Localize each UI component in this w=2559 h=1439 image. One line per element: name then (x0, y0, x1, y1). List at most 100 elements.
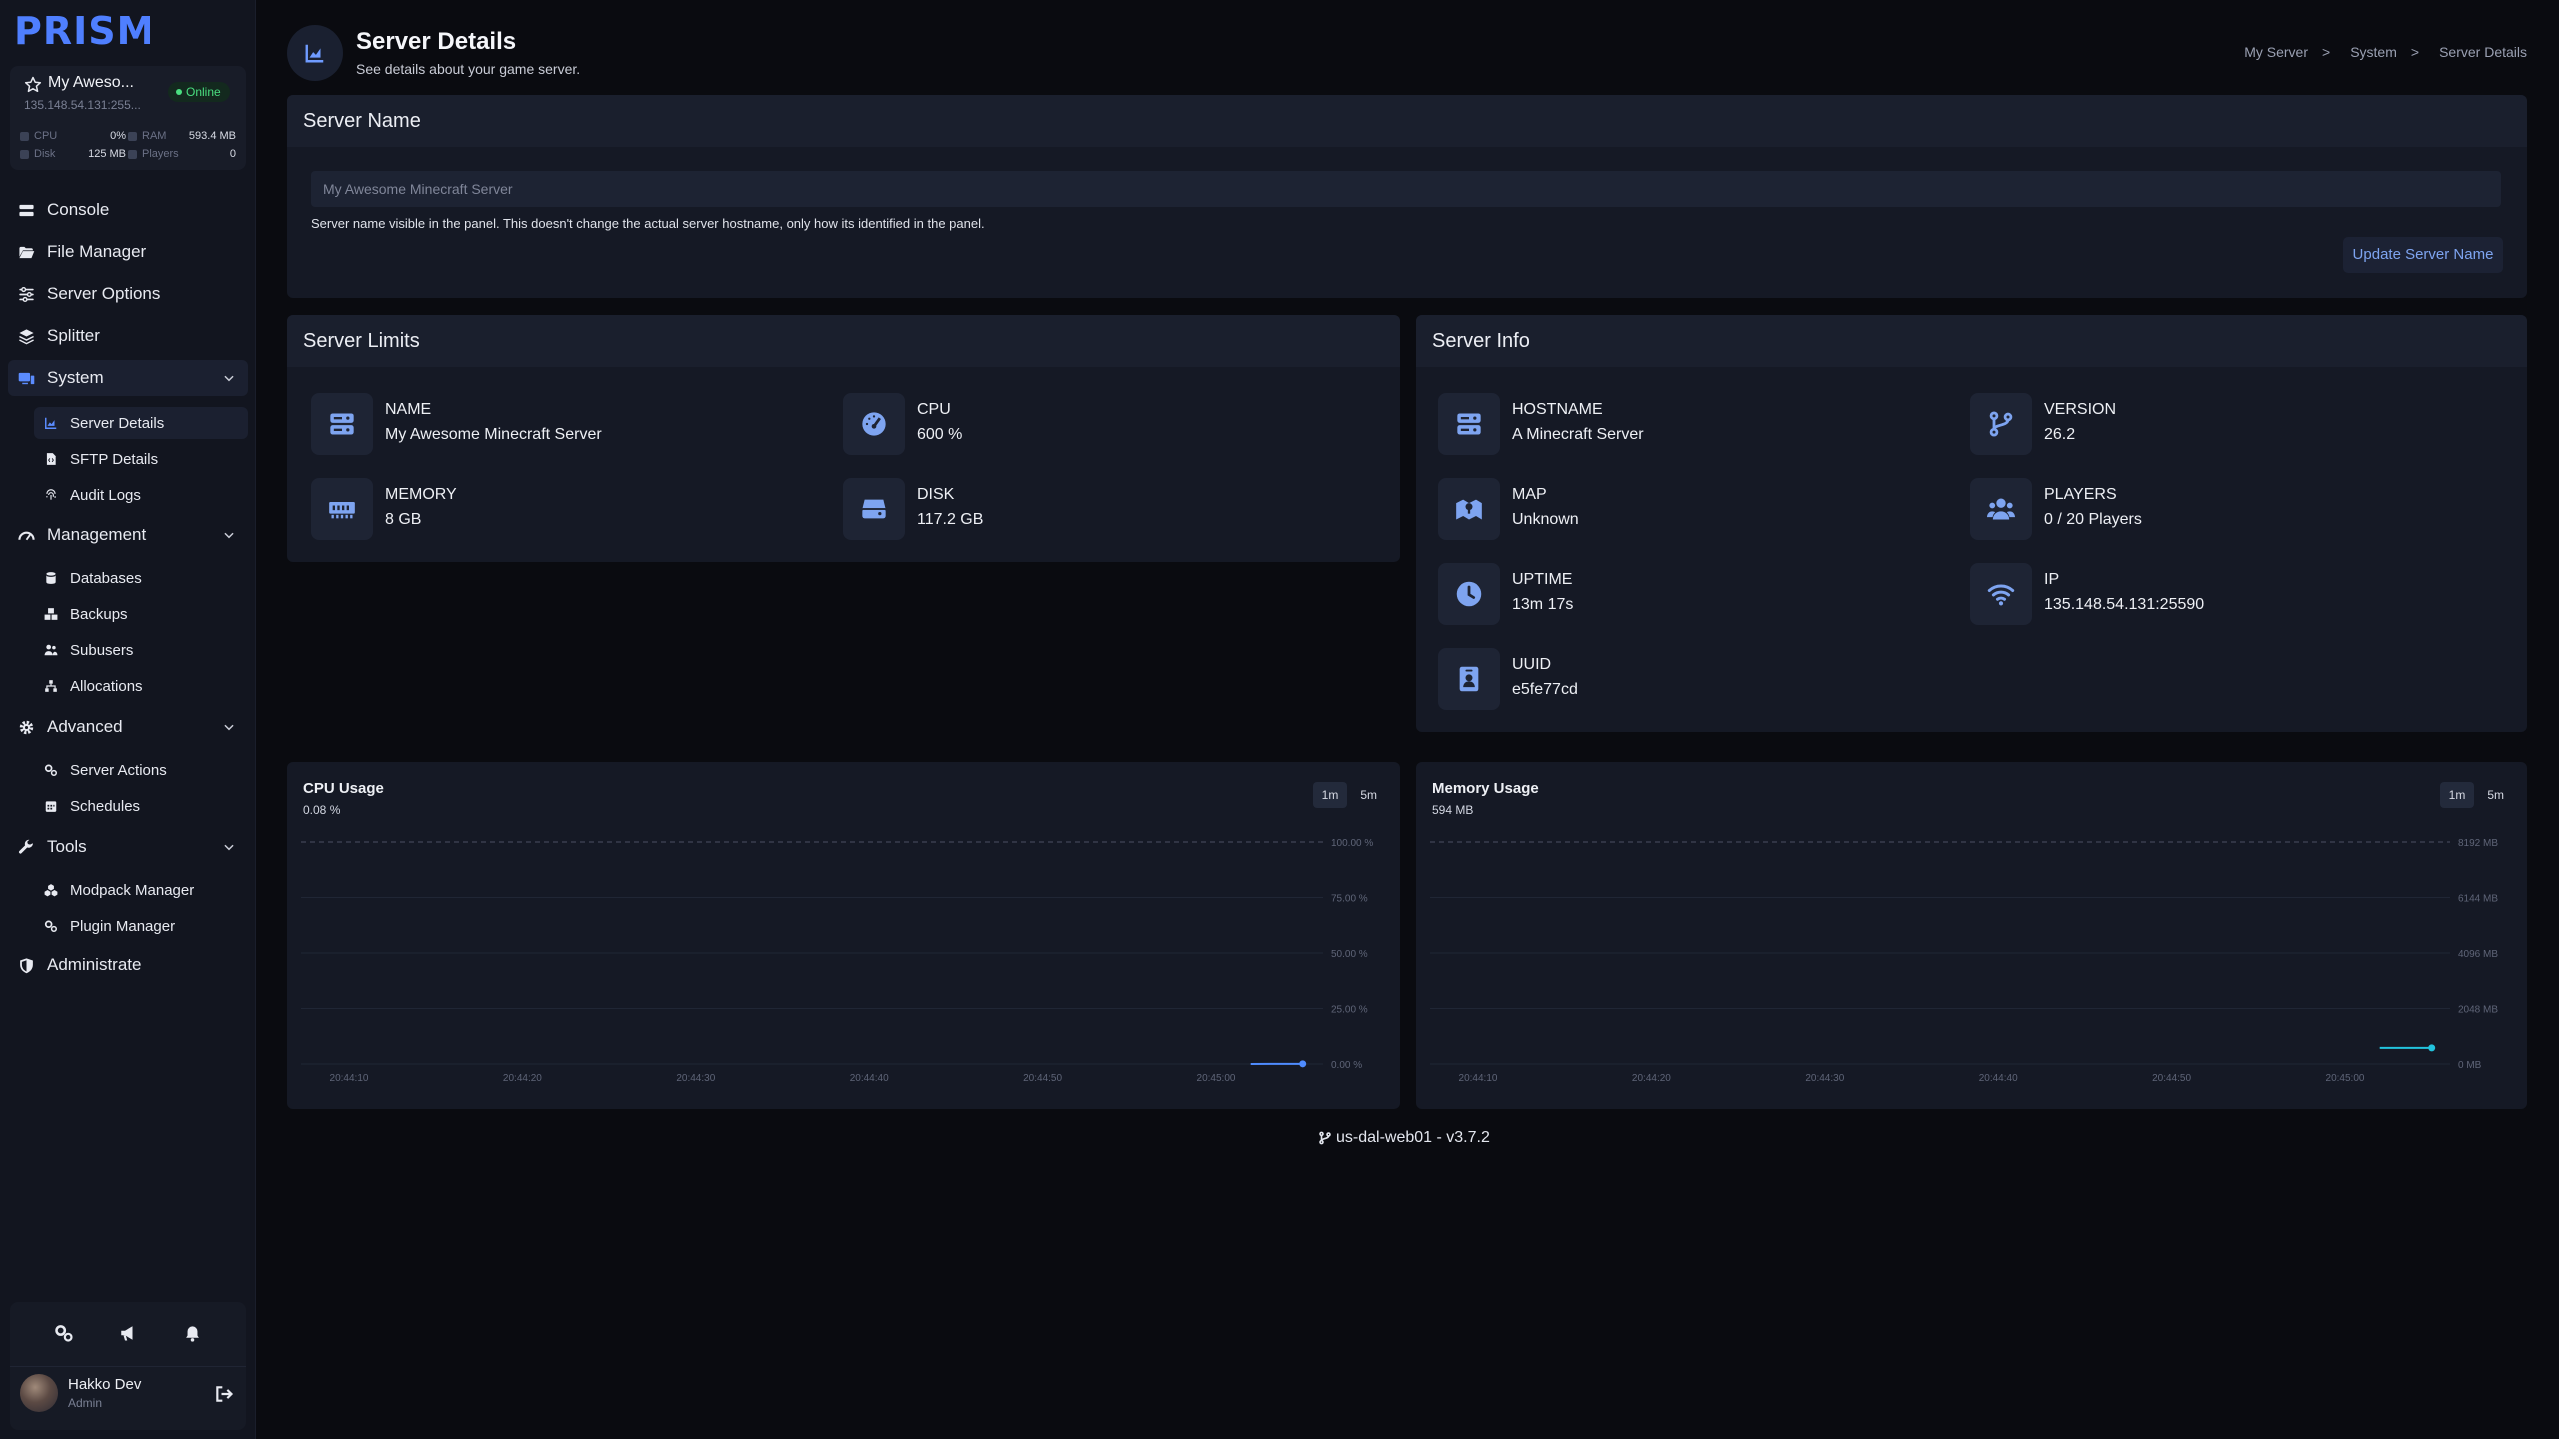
x-tick-label: 20:45:00 (2326, 1073, 2365, 1084)
announcements-button[interactable] (117, 1322, 139, 1344)
y-tick-label: 50.00 % (1331, 949, 1368, 960)
logout-icon[interactable] (214, 1384, 234, 1404)
nav-allocations[interactable]: Allocations (34, 670, 248, 702)
page-subtitle: See details about your game server. (356, 61, 581, 77)
fingerprint-icon (46, 489, 56, 500)
server-icon (330, 413, 354, 435)
terminal-icon (19, 204, 34, 216)
server-icon (1457, 413, 1481, 435)
computer-icon (18, 372, 35, 384)
clock-icon (1456, 581, 1482, 607)
prism-logo[interactable]: PRISM (14, 9, 154, 53)
code-branch-icon (1319, 1131, 1331, 1145)
gauge-icon (862, 412, 886, 436)
x-tick-label: 20:44:30 (676, 1073, 715, 1084)
chevron-down-icon[interactable] (222, 840, 236, 854)
range-1m-button[interactable]: 1m (2439, 782, 2475, 808)
server-info-title: Server Info (1416, 315, 2527, 367)
chevron-down-icon[interactable] (222, 720, 236, 734)
database-icon (46, 572, 56, 584)
x-tick-label: 20:44:20 (1632, 1073, 1671, 1084)
y-tick-label: 8192 MB (2458, 838, 2498, 849)
wifi-icon (1987, 584, 2015, 606)
breadcrumb-system[interactable]: System (2350, 44, 2397, 60)
x-tick-label: 20:44:50 (2152, 1073, 2191, 1084)
network-icon (45, 680, 57, 692)
folder-open-icon (19, 246, 35, 258)
gauge-icon (18, 531, 35, 540)
nav-console[interactable]: Console (8, 192, 248, 228)
layers-icon (19, 328, 34, 344)
memory-chart-title: Memory Usage (1432, 780, 1539, 797)
server-card[interactable]: My Aweso... 135.148.54.131:255... Online… (10, 66, 246, 170)
users-icon (44, 644, 58, 656)
cpu-chart-title: CPU Usage (303, 780, 384, 797)
x-tick-label: 20:44:20 (503, 1073, 542, 1084)
nav-system[interactable]: System (8, 360, 248, 396)
settings-button[interactable] (53, 1322, 75, 1344)
nav-server-actions[interactable]: Server Actions (34, 754, 248, 786)
nav-subusers[interactable]: Subusers (34, 634, 248, 666)
nav-plugin-manager[interactable]: Plugin Manager (34, 910, 248, 942)
cubes-icon (44, 884, 58, 897)
y-tick-label: 0 MB (2458, 1060, 2482, 1071)
cpu-current-value: 0.08 % (303, 803, 341, 817)
avatar[interactable] (20, 1374, 58, 1412)
ram-icon (128, 132, 137, 141)
logo-text: PRISM (14, 12, 150, 48)
update-server-name-button[interactable]: Update Server Name (2343, 237, 2503, 273)
x-tick-label: 20:44:40 (1979, 1073, 2018, 1084)
page-title: Server Details (356, 28, 517, 55)
user-panel: Hakko Dev Admin (10, 1302, 246, 1430)
nav-management[interactable]: Management (8, 517, 248, 553)
nav-server-details[interactable]: Server Details (34, 407, 248, 439)
id-badge-icon (1459, 666, 1479, 692)
footer-text: us-dal-web01 - v3.7.2 (1336, 1129, 1490, 1146)
server-name-help: Server name visible in the panel. This d… (311, 216, 985, 231)
range-5m-button[interactable]: 5m (2478, 782, 2513, 808)
cogs-icon (44, 920, 58, 933)
sidebar: PRISM My Aweso... 135.148.54.131:255... … (0, 0, 256, 1439)
nav-server-options[interactable]: Server Options (8, 276, 248, 312)
breadcrumb: My Server > System > Server Details (2238, 44, 2527, 60)
disk-icon (20, 150, 29, 159)
cpu-icon (20, 132, 29, 141)
nav-schedules[interactable]: Schedules (34, 790, 248, 822)
nav-sftp-details[interactable]: SFTP Details (34, 443, 248, 475)
chevron-down-icon[interactable] (222, 528, 236, 542)
bullhorn-icon (121, 1326, 133, 1341)
range-1m-button[interactable]: 1m (1312, 782, 1348, 808)
nav-tools[interactable]: Tools (8, 829, 248, 865)
gear-icon (19, 720, 34, 734)
memory-usage-chart: 8192 MB 6144 MB 4096 MB 2048 MB 0 MB 20:44:10… (1430, 838, 2498, 1084)
star-icon[interactable] (24, 76, 42, 94)
notifications-button[interactable] (181, 1322, 203, 1344)
nav-splitter[interactable]: Splitter (8, 318, 248, 354)
chevron-down-icon[interactable] (222, 371, 236, 385)
breadcrumb-separator: > (2322, 44, 2331, 60)
nav-administrate[interactable]: Administrate (8, 947, 248, 983)
nav-databases[interactable]: Databases (34, 562, 248, 594)
nav-advanced[interactable]: Advanced (8, 709, 248, 745)
shield-icon (20, 957, 33, 973)
boxes-icon (44, 608, 58, 620)
server-limits-title: Server Limits (287, 315, 1400, 367)
server-limits-panel: Server Limits NAME My Awesome Minecraft … (287, 315, 1400, 562)
data-point[interactable] (1299, 1060, 1307, 1068)
server-name-input[interactable]: My Awesome Minecraft Server (311, 171, 2501, 207)
x-tick-label: 20:44:50 (1023, 1073, 1062, 1084)
sliders-icon (19, 286, 34, 302)
cogs-icon (44, 764, 58, 777)
nav-backups[interactable]: Backups (34, 598, 248, 630)
breadcrumb-my-server[interactable]: My Server (2244, 44, 2308, 60)
y-tick-label: 2048 MB (2458, 1005, 2498, 1016)
memory-icon (329, 502, 355, 519)
data-point[interactable] (2428, 1044, 2436, 1052)
range-5m-button[interactable]: 5m (1351, 782, 1386, 808)
server-info-panel: Server Info HOSTNAME A Minecraft Server … (1416, 315, 2527, 732)
nav-audit-logs[interactable]: Audit Logs (34, 479, 248, 511)
nav-modpack-manager[interactable]: Modpack Manager (34, 874, 248, 906)
footer-version: us-dal-web01 - v3.7.2 (1318, 1129, 1490, 1147)
x-tick-label: 20:44:40 (850, 1073, 889, 1084)
nav-file-manager[interactable]: File Manager (8, 234, 248, 270)
